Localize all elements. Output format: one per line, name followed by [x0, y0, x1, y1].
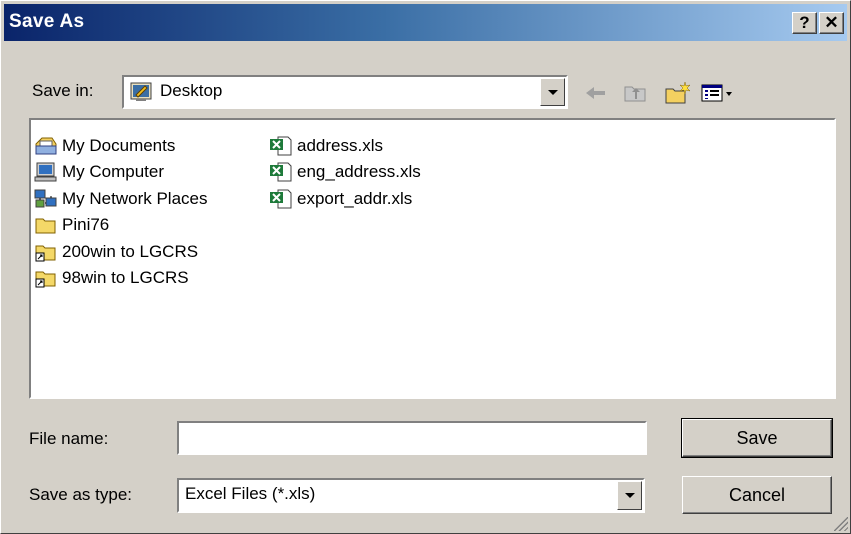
list-item-label: address.xls — [297, 136, 383, 155]
save-in-label: Save in: — [32, 81, 93, 101]
list-item-label: eng_address.xls — [297, 162, 421, 181]
excel-file-icon — [269, 136, 293, 156]
list-item-label: My Documents — [62, 136, 176, 155]
list-item-label: 200win to LGCRS — [62, 242, 199, 261]
views-menu-icon[interactable] — [699, 79, 739, 107]
list-item-label: Pini76 — [62, 215, 110, 234]
save-in-label-text: Save in: — [32, 81, 94, 100]
folder-icon — [34, 215, 58, 235]
list-item-label: export_addr.xls — [297, 189, 413, 208]
folder-shortcut-icon — [34, 242, 58, 262]
save-type-value: Excel Files (*.xls) — [185, 484, 316, 503]
desktop-icon — [130, 82, 152, 102]
save-type-dropdown-button[interactable] — [617, 481, 642, 510]
new-folder-icon[interactable] — [663, 79, 693, 107]
save-in-dropdown-button[interactable] — [540, 78, 565, 106]
list-item-label: 98win to LGCRS — [62, 268, 189, 287]
cancel-button[interactable]: Cancel — [682, 476, 832, 514]
title-bar[interactable]: Save As ? ✕ — [4, 4, 847, 41]
my-computer-icon — [34, 162, 58, 182]
file-name-field[interactable] — [177, 421, 647, 455]
back-arrow-icon[interactable] — [581, 79, 611, 107]
save-type-select[interactable]: Excel Files (*.xls) — [177, 478, 645, 513]
folder-shortcut-icon — [34, 268, 58, 288]
close-button[interactable]: ✕ — [819, 12, 844, 34]
network-places-icon — [34, 189, 58, 209]
excel-file-icon — [269, 189, 293, 209]
save-button[interactable]: Save — [681, 418, 833, 458]
window-title: Save As — [9, 11, 85, 32]
excel-file-icon — [269, 162, 293, 182]
file-list[interactable]: My Documents My Computer My Network Plac… — [29, 118, 836, 399]
save-in-combo[interactable]: Desktop — [122, 75, 568, 109]
resize-grip[interactable] — [834, 517, 848, 531]
save-in-value: Desktop — [160, 81, 223, 100]
my-documents-icon — [34, 136, 58, 156]
list-item-label: My Network Places — [62, 189, 208, 208]
file-name-label: File name: — [29, 429, 109, 448]
up-folder-icon[interactable] — [621, 79, 651, 107]
help-button[interactable]: ? — [792, 12, 817, 34]
save-type-label: Save as type: — [29, 485, 133, 504]
list-item-label: My Computer — [62, 162, 165, 181]
save-as-dialog: Save As ? ✕ Save in: Desktop My Document… — [0, 0, 851, 534]
